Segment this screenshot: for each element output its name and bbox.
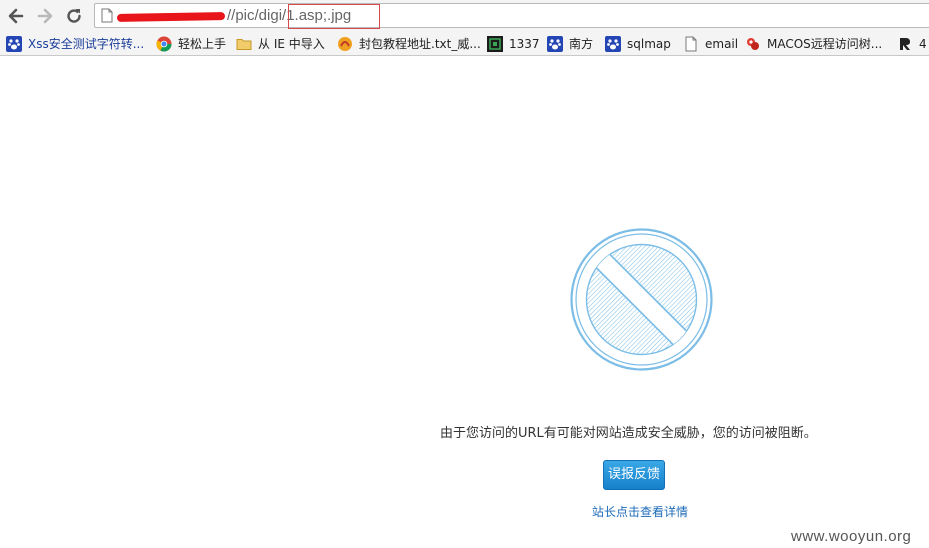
bookmark-overflow[interactable]: 4 bbox=[897, 32, 927, 55]
bookmark-label: 轻松上手 bbox=[178, 37, 227, 51]
folder-icon bbox=[236, 38, 252, 50]
bookmark-label: 1337 bbox=[509, 36, 540, 51]
view-details-link[interactable]: 站长点击查看详情 bbox=[592, 503, 688, 520]
bookmark-label: 4 bbox=[919, 36, 927, 51]
site-favicon-icon bbox=[747, 37, 759, 50]
bookmark-sqlmap[interactable]: sqlmap bbox=[605, 32, 671, 55]
chrome-icon bbox=[156, 36, 172, 51]
back-button[interactable] bbox=[4, 4, 28, 28]
page-icon bbox=[101, 8, 113, 23]
bookmark-nanfang[interactable]: 南方 bbox=[547, 32, 593, 55]
bookmark-label: email bbox=[705, 36, 739, 51]
blocked-stop-icon bbox=[570, 228, 713, 371]
block-message: 由于您访问的URL有可能对网站造成安全威胁，您的访问被阻断。 bbox=[440, 426, 817, 441]
bookmark-label: sqlmap bbox=[627, 36, 671, 51]
bookmark-label: 封包教程地址.txt_威... bbox=[359, 37, 481, 51]
reload-icon bbox=[67, 9, 81, 23]
bookmark-xss[interactable]: Xss安全测试字符转... bbox=[6, 32, 144, 55]
forward-button[interactable] bbox=[33, 4, 57, 28]
bookmark-label: MACOS远程访问树... bbox=[767, 37, 883, 51]
forward-arrow-icon bbox=[37, 8, 53, 24]
bookmark-ie-import[interactable]: 从 IE 中导入 bbox=[236, 32, 325, 55]
bookmark-getting-started[interactable]: 轻松上手 bbox=[156, 32, 226, 55]
reload-button[interactable] bbox=[62, 4, 86, 28]
paw-icon bbox=[6, 35, 22, 52]
paw-icon bbox=[547, 35, 563, 52]
bookmark-label: 从 IE 中导入 bbox=[258, 37, 325, 51]
page-icon bbox=[685, 36, 697, 51]
bookmark-macos-remote[interactable]: MACOS远程访问树... bbox=[745, 32, 882, 55]
site-favicon-icon bbox=[338, 36, 352, 51]
site-favicon-icon bbox=[487, 35, 503, 52]
watermark: www.wooyun.org bbox=[791, 528, 912, 545]
browser-toolbar: //pic/digi/1.asp;.jpg bbox=[0, 0, 929, 32]
paw-icon bbox=[605, 35, 621, 52]
site-favicon-icon bbox=[900, 37, 910, 50]
bookmark-label: Xss安全测试字符转... bbox=[28, 37, 145, 51]
bookmark-email[interactable]: email bbox=[683, 32, 738, 55]
address-bar[interactable]: //pic/digi/1.asp;.jpg bbox=[94, 3, 929, 28]
back-arrow-icon bbox=[8, 8, 24, 24]
bookmark-label: 南方 bbox=[569, 37, 594, 51]
report-false-positive-button[interactable]: 误报反馈 bbox=[603, 460, 665, 490]
bookmark-packet-tutorial[interactable]: 封包教程地址.txt_威... bbox=[337, 32, 481, 55]
redaction-mark bbox=[116, 12, 226, 22]
url-highlight-box bbox=[288, 4, 380, 29]
bookmarks-bar: Xss安全测试字符转... 轻松上手 从 IE 中导入 封包教程地址.txt_威… bbox=[0, 32, 929, 56]
bookmark-1337[interactable]: 1337 bbox=[487, 32, 540, 55]
